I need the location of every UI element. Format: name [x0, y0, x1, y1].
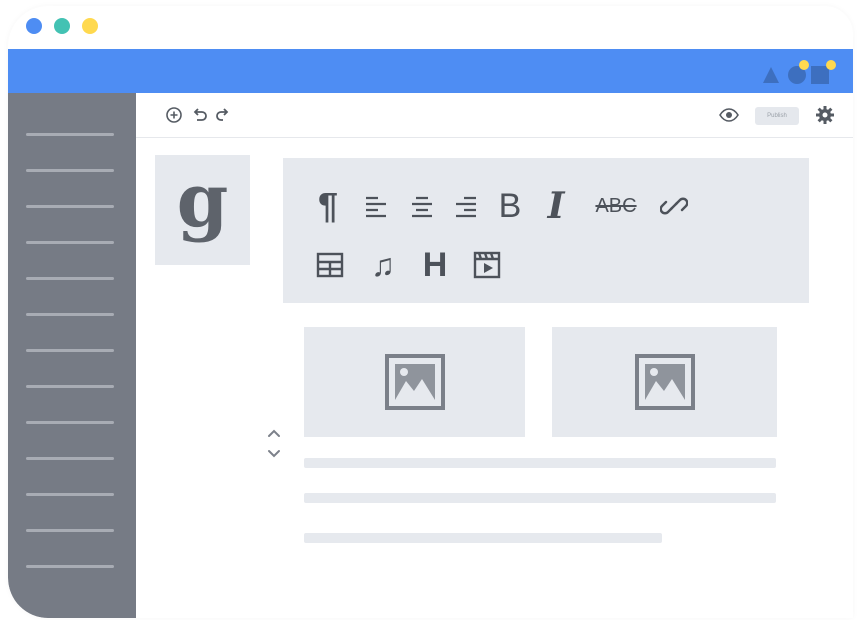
window-dot-teal[interactable]: [54, 18, 70, 34]
sidebar-item[interactable]: [26, 565, 114, 568]
image-placeholder[interactable]: [304, 327, 525, 437]
music-icon[interactable]: ♫: [365, 246, 401, 284]
link-icon[interactable]: [657, 188, 691, 224]
logo-letter: g: [176, 158, 229, 244]
sidebar-item[interactable]: [26, 529, 114, 532]
sidebar-item[interactable]: [26, 277, 114, 280]
sidebar: [8, 93, 136, 618]
sidebar-item[interactable]: [26, 169, 114, 172]
italic-icon[interactable]: I: [539, 185, 573, 227]
format-toolbar: ¶ B I ABC ♫ H: [283, 158, 809, 303]
window-dot-yellow[interactable]: [82, 18, 98, 34]
text-line-placeholder: [304, 533, 662, 543]
sidebar-item[interactable]: [26, 133, 114, 136]
editor-window: Publish g ¶ B I ABC ♫ H: [8, 6, 853, 618]
shapes-icon: [763, 60, 836, 84]
sidebar-item[interactable]: [26, 385, 114, 388]
window-dot-blue[interactable]: [26, 18, 42, 34]
window-controls: [26, 18, 98, 34]
strikethrough-icon[interactable]: ABC: [587, 186, 645, 226]
title-bar: [8, 49, 853, 93]
image-icon: [384, 354, 445, 410]
align-center-icon[interactable]: [407, 192, 437, 222]
gear-icon[interactable]: [813, 103, 837, 127]
text-line-placeholder: [304, 493, 776, 503]
redo-icon[interactable]: [210, 103, 234, 127]
undo-icon[interactable]: [188, 103, 212, 127]
chevron-up-icon: [268, 429, 280, 437]
image-placeholder[interactable]: [552, 327, 777, 437]
add-circle-icon[interactable]: [162, 103, 186, 127]
sidebar-item[interactable]: [26, 205, 114, 208]
chevron-down-icon: [268, 450, 280, 458]
sidebar-item[interactable]: [26, 313, 114, 316]
bold-icon[interactable]: B: [493, 186, 527, 226]
sidebar-item[interactable]: [26, 349, 114, 352]
paragraph-icon[interactable]: ¶: [313, 185, 343, 226]
heading-icon[interactable]: H: [417, 246, 453, 284]
publish-button[interactable]: Publish: [755, 107, 799, 125]
move-block-control[interactable]: [261, 424, 287, 464]
logo: g: [155, 155, 250, 265]
sidebar-item[interactable]: [26, 241, 114, 244]
image-icon: [634, 354, 695, 410]
editor-toolbar: Publish: [136, 93, 853, 138]
eye-icon[interactable]: [717, 103, 741, 127]
align-right-icon[interactable]: [451, 192, 481, 222]
align-left-icon[interactable]: [361, 192, 391, 222]
text-line-placeholder: [304, 458, 776, 468]
sidebar-item[interactable]: [26, 457, 114, 460]
table-icon[interactable]: [315, 248, 345, 282]
sidebar-item[interactable]: [26, 421, 114, 424]
sidebar-item[interactable]: [26, 493, 114, 496]
video-icon[interactable]: [469, 246, 505, 284]
